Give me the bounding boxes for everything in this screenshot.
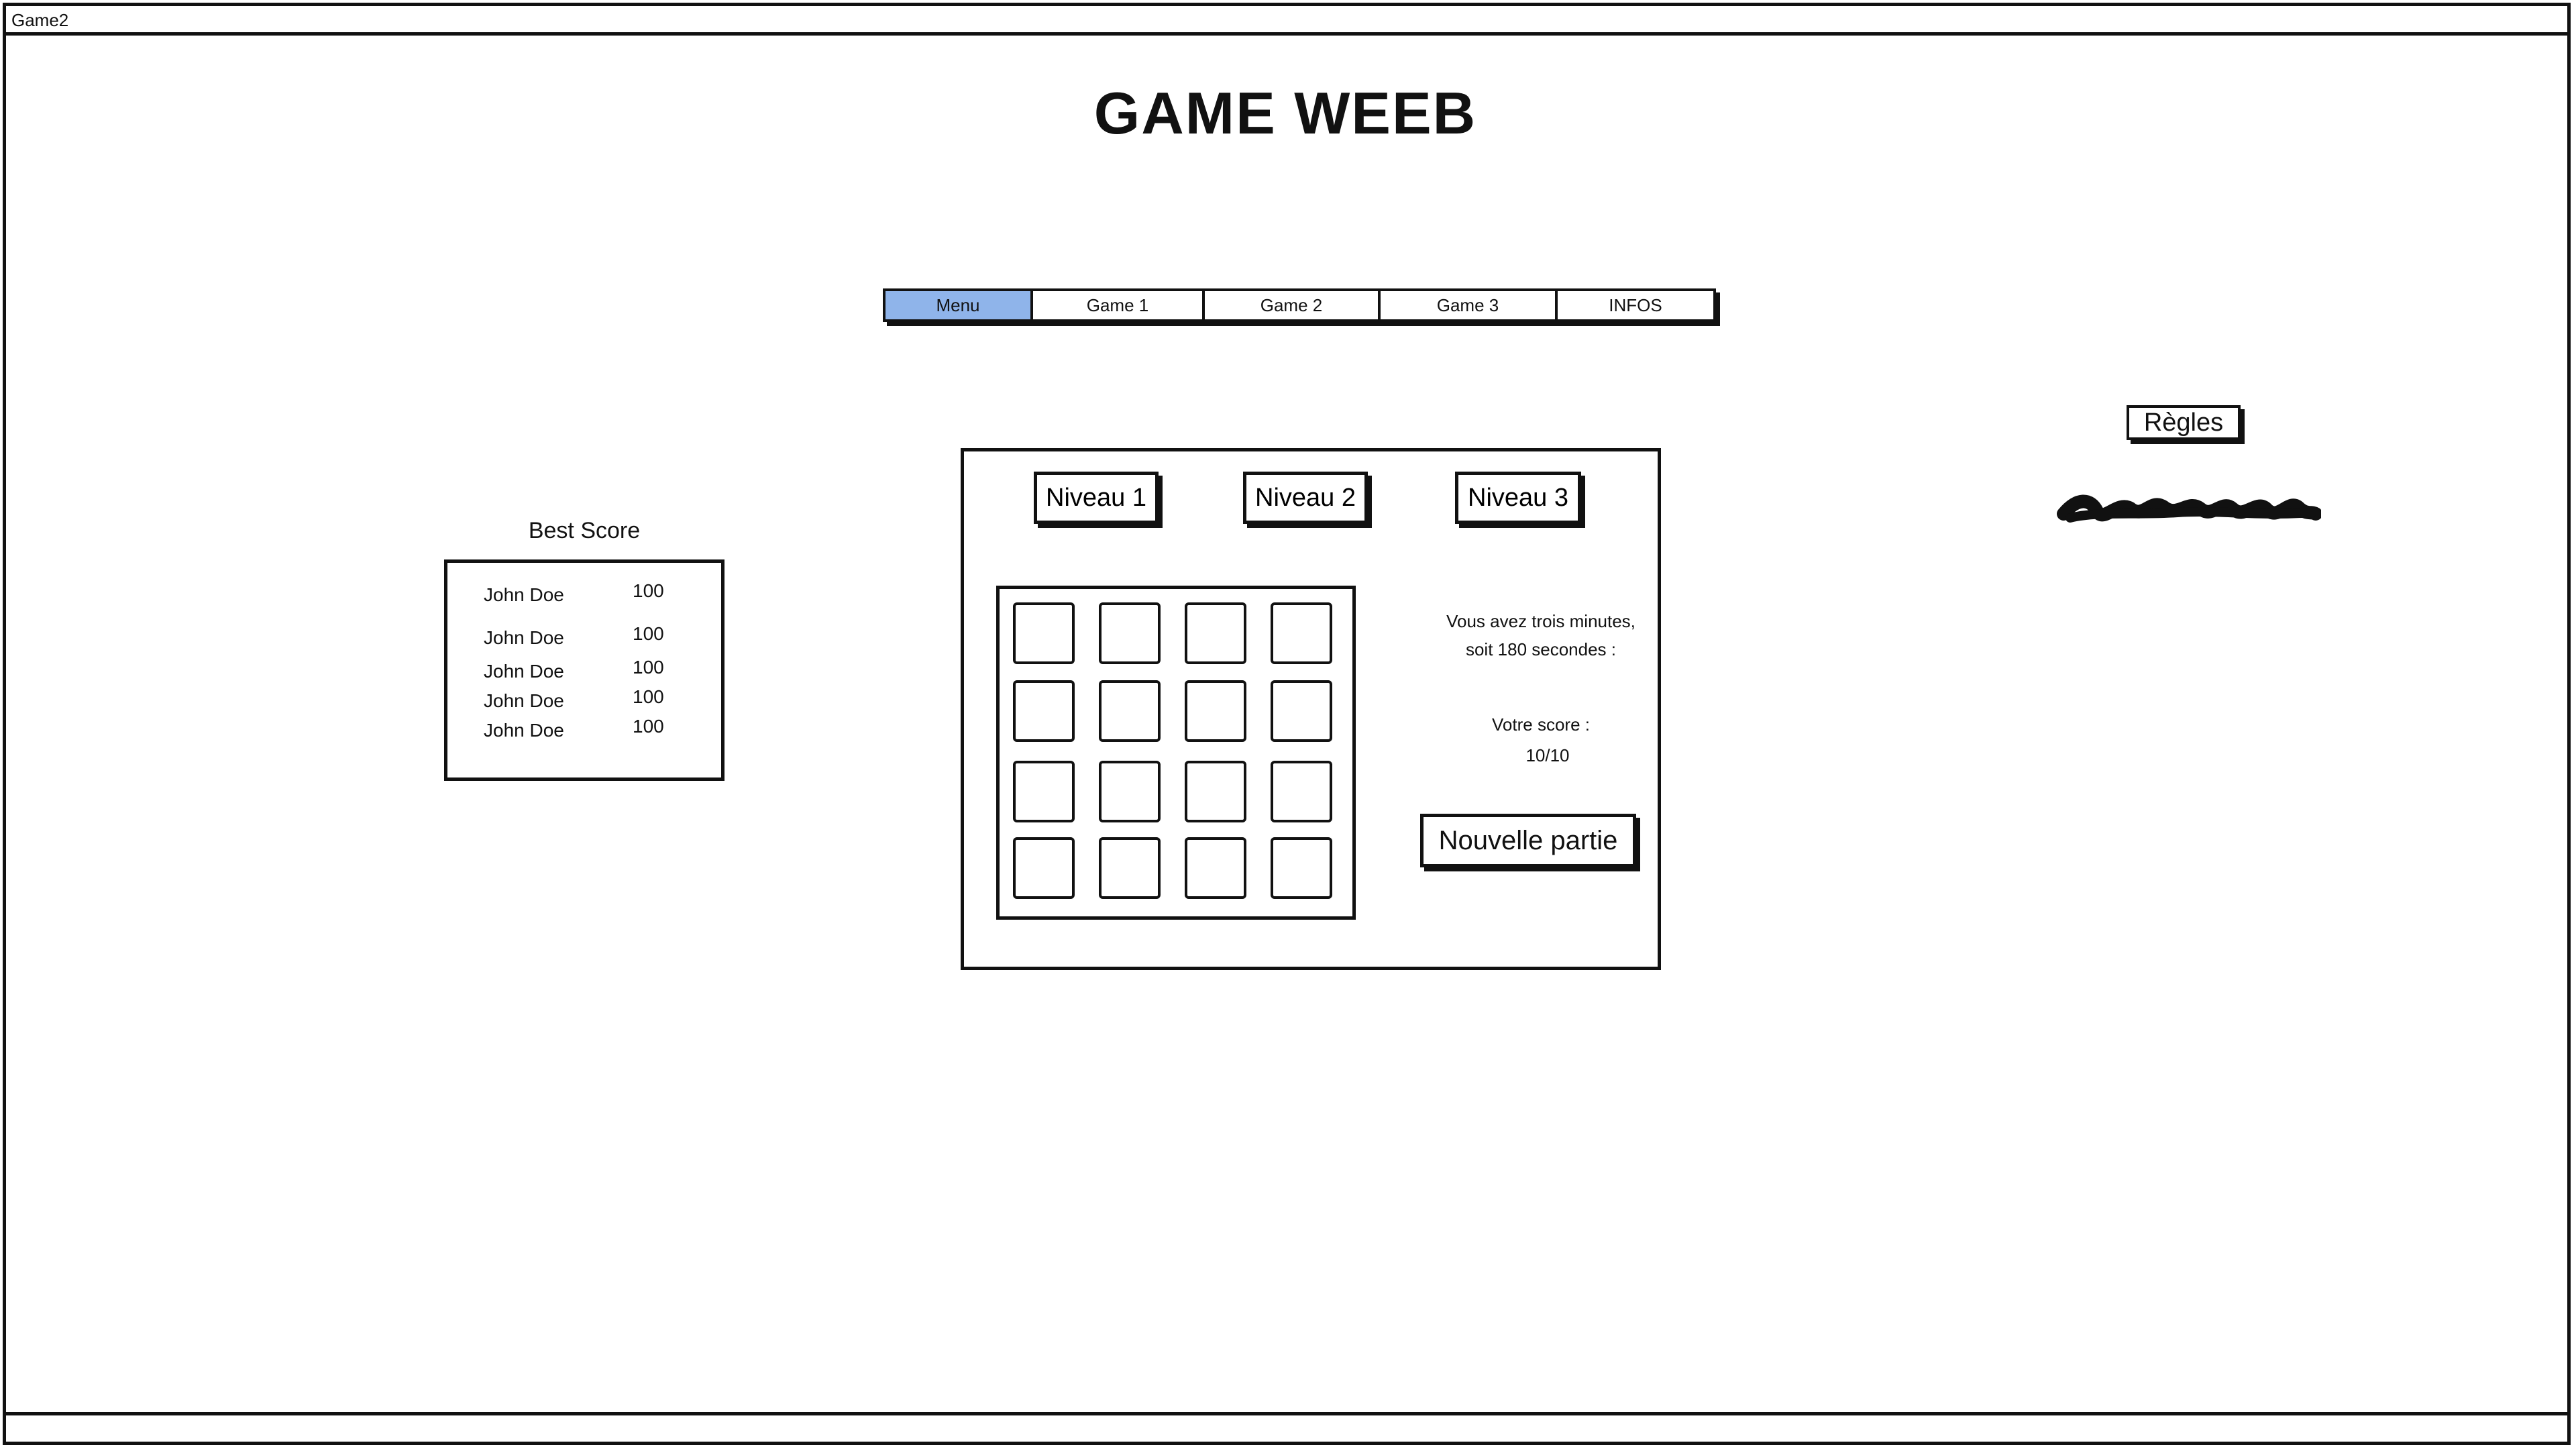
- score-value: 100: [633, 657, 664, 678]
- page-title: GAME WEEB: [1093, 80, 1477, 146]
- grid-cell[interactable]: [1013, 680, 1075, 742]
- grid-cell[interactable]: [1099, 602, 1161, 664]
- score-value: 100: [633, 716, 664, 737]
- window-title: Game2: [11, 10, 69, 30]
- tab-game-1[interactable]: Game 1: [1033, 291, 1205, 319]
- title-bar: Game2: [6, 6, 2567, 36]
- timer-text-line-1: Vous avez trois minutes,: [1446, 611, 1635, 631]
- grid-cell[interactable]: [1185, 761, 1246, 822]
- status-bar: [6, 1412, 2567, 1442]
- level-2-button[interactable]: Niveau 2: [1243, 472, 1368, 524]
- grid-cell[interactable]: [1271, 761, 1332, 822]
- new-game-button[interactable]: Nouvelle partie: [1420, 814, 1636, 867]
- score-name: John Doe: [484, 584, 564, 605]
- score-value: 10/10: [1525, 745, 1570, 765]
- scribble-placeholder-icon: [2057, 494, 2321, 523]
- score-value: 100: [633, 686, 664, 707]
- grid-cell[interactable]: [1271, 837, 1332, 899]
- score-value: 100: [633, 623, 664, 644]
- game-panel: Niveau 1 Niveau 2 Niveau 3 Vous avez tro…: [961, 448, 1661, 970]
- grid-cell[interactable]: [1013, 761, 1075, 822]
- grid-cell[interactable]: [1185, 680, 1246, 742]
- tab-menu[interactable]: Menu: [885, 291, 1033, 319]
- timer-text-line-2: soit 180 secondes :: [1465, 639, 1617, 659]
- level-1-button[interactable]: Niveau 1: [1034, 472, 1159, 524]
- score-name: John Doe: [484, 627, 564, 648]
- score-label: Votre score :: [1492, 714, 1590, 735]
- score-value: 100: [633, 580, 664, 601]
- grid-cell[interactable]: [1185, 837, 1246, 899]
- grid-cell[interactable]: [1271, 602, 1332, 664]
- score-name: John Doe: [484, 720, 564, 741]
- grid-cell[interactable]: [1099, 761, 1161, 822]
- tab-infos[interactable]: INFOS: [1558, 291, 1713, 319]
- best-score-title: Best Score: [528, 518, 641, 543]
- best-score-table: John Doe 100 John Doe 100 John Doe 100 J…: [444, 559, 724, 781]
- memory-grid: [996, 586, 1356, 920]
- tab-game-3[interactable]: Game 3: [1381, 291, 1558, 319]
- grid-cell[interactable]: [1099, 837, 1161, 899]
- grid-cell[interactable]: [1013, 837, 1075, 899]
- score-name: John Doe: [484, 690, 564, 711]
- tab-game-2[interactable]: Game 2: [1205, 291, 1381, 319]
- grid-cell[interactable]: [1185, 602, 1246, 664]
- grid-cell[interactable]: [1013, 602, 1075, 664]
- rules-button[interactable]: Règles: [2127, 405, 2241, 440]
- score-name: John Doe: [484, 661, 564, 682]
- level-3-button[interactable]: Niveau 3: [1455, 472, 1581, 524]
- nav-tabs: Menu Game 1 Game 2 Game 3 INFOS: [883, 288, 1716, 322]
- grid-cell[interactable]: [1099, 680, 1161, 742]
- grid-cell[interactable]: [1271, 680, 1332, 742]
